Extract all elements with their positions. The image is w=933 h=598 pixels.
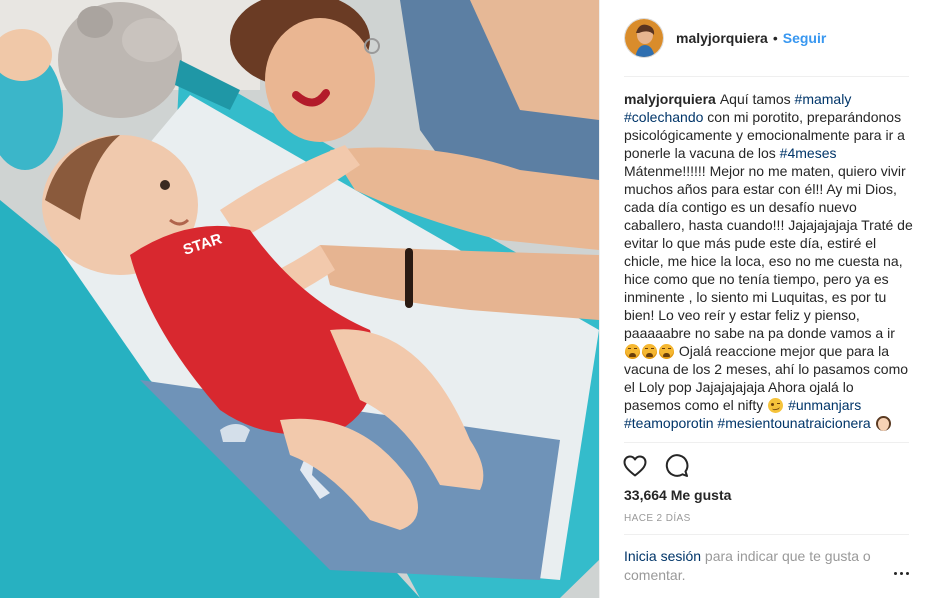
winking-face-emoji [768, 398, 784, 413]
caption-text [871, 415, 875, 431]
caption-username-link[interactable]: malyjorquiera [624, 91, 716, 107]
heart-icon [623, 455, 647, 477]
like-count[interactable]: 33,664 Me gusta [624, 487, 731, 503]
follow-button[interactable]: Seguir [783, 30, 827, 46]
avatar-image [625, 19, 663, 57]
hashtag-link[interactable]: #colechando [624, 109, 703, 125]
like-button[interactable] [622, 453, 648, 479]
hashtag-link[interactable]: #4meses [780, 145, 837, 161]
more-options-dot [905, 571, 909, 575]
caption-scroll-area[interactable]: malyjorquiera Aquí tamos #mamaly #colecha… [624, 90, 914, 442]
login-link[interactable]: Inicia sesión [624, 548, 701, 564]
username-link[interactable]: malyjorquiera [676, 30, 768, 46]
caption-text: Mátenme!!!!!! Mejor no me maten, quiero … [624, 163, 913, 341]
hashtag-link[interactable]: #mamaly [795, 91, 852, 107]
more-options-button[interactable] [890, 562, 912, 584]
comment-divider [624, 534, 909, 535]
woman-emoji [875, 416, 891, 431]
tired-face-emoji [625, 344, 640, 359]
caption-text: Aquí tamos [719, 91, 795, 107]
post-sidebar: malyjorquiera • Seguir malyjorquiera Aquí… [599, 0, 933, 598]
hashtag-link[interactable]: #teamoporotin [624, 415, 714, 431]
hashtag-link[interactable]: #unmanjars [788, 397, 861, 413]
header-separator: • [772, 30, 778, 46]
comment-button[interactable] [664, 453, 690, 479]
post-timestamp[interactable]: HACE 2 DÍAS [624, 513, 691, 524]
more-options-dot [899, 571, 903, 575]
action-bar [622, 453, 706, 479]
actions-divider [624, 442, 909, 443]
post-caption: malyjorquiera Aquí tamos #mamaly #colecha… [624, 90, 914, 432]
header-divider [624, 76, 909, 77]
login-prompt: Inicia sesión para indicar que te gusta … [624, 547, 884, 585]
photo-illustration: STAR [0, 0, 599, 598]
comment-icon [665, 454, 689, 477]
post-header: malyjorquiera • Seguir [624, 17, 909, 59]
more-options-icon [893, 571, 897, 575]
avatar[interactable] [624, 18, 664, 58]
tired-face-emoji [642, 344, 657, 359]
tired-face-emoji [659, 344, 674, 359]
hashtag-link[interactable]: #mesientounatraicionera [717, 415, 870, 431]
post-photo[interactable]: STAR [0, 0, 599, 598]
